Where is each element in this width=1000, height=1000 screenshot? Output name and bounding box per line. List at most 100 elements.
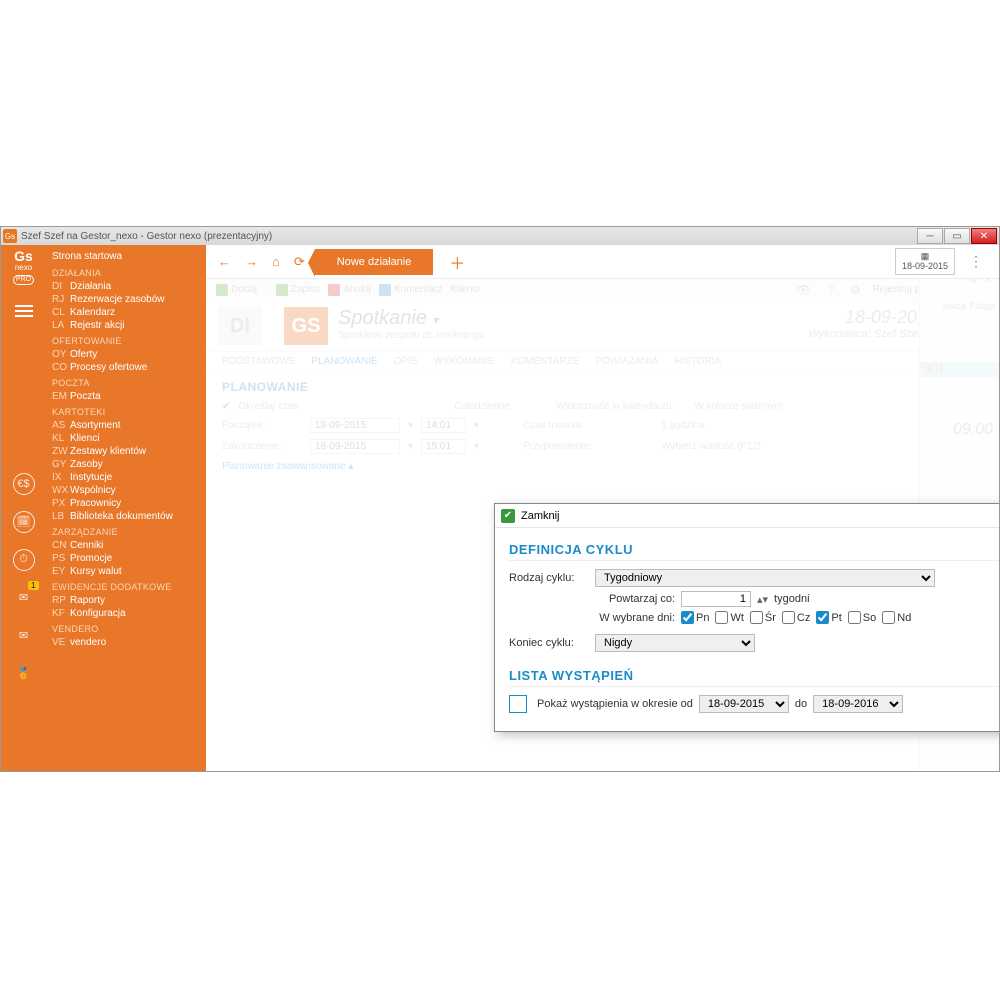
inner-tab[interactable]: PLANOWANIE bbox=[311, 356, 377, 367]
sidebar-item[interactable]: LBBiblioteka dokumentów bbox=[52, 510, 206, 523]
cycle-kind-select[interactable]: Tygodniowy bbox=[595, 569, 935, 587]
cancel-button[interactable]: Anuluj bbox=[328, 284, 371, 296]
record-header: DI GS Spotkanie ▾ Spotkanie zespołu ds m… bbox=[206, 301, 999, 352]
left-rail: Gs nexo PRO €$ 🗓 ⏱ ✉ ✉ 🏅 bbox=[1, 245, 46, 771]
day-checkbox-pt[interactable]: Pt bbox=[816, 611, 841, 624]
chip-gs: GS bbox=[284, 307, 328, 345]
window-titlebar: Gs Szef Szef na Gestor_nexo - Gestor nex… bbox=[1, 227, 999, 245]
eye-icon[interactable]: 👁 bbox=[792, 283, 815, 297]
inner-tab[interactable]: KOMENTARZE bbox=[511, 356, 580, 367]
sidebar-item[interactable]: IXInstytucje bbox=[52, 471, 206, 484]
end-time-input[interactable] bbox=[421, 439, 466, 454]
sidebar-item[interactable]: PSPromocje bbox=[52, 552, 206, 565]
sidebar-group-header: KARTOTEKI bbox=[52, 405, 206, 419]
inner-tab[interactable]: WYKONANIE bbox=[434, 356, 495, 367]
inner-tab[interactable]: OPIS bbox=[394, 356, 418, 367]
sidebar-item[interactable]: ASAsortyment bbox=[52, 419, 206, 432]
sidebar-item[interactable]: WXWspólnicy bbox=[52, 484, 206, 497]
col-header-1: awca bbox=[943, 301, 966, 312]
sidebar-item[interactable]: EYKursy walut bbox=[52, 565, 206, 578]
app-window: Gs Szef Szef na Gestor_nexo - Gestor nex… bbox=[0, 226, 1000, 772]
advanced-planning-link[interactable]: Planowanie zaawansowane▴ bbox=[206, 457, 369, 476]
cycle-definition-heading: DEFINICJA CYKLU bbox=[509, 542, 999, 561]
mail-icon[interactable]: ✉ bbox=[13, 625, 35, 647]
mail-badge-icon[interactable]: ✉ bbox=[13, 587, 35, 609]
day-checkbox-cz[interactable]: Cz bbox=[782, 611, 810, 624]
occurrences-from-select[interactable]: 18-09-2015 bbox=[699, 695, 789, 713]
planning-form: ✔ Określaj czas Całodzienne Widoczność w… bbox=[206, 398, 999, 457]
check-icon: ✔ bbox=[501, 509, 515, 523]
maximize-button[interactable]: ▭ bbox=[944, 228, 970, 244]
sidebar-group-header: ZARZĄDZANIE bbox=[52, 525, 206, 539]
sidebar-item[interactable]: EMPoczta bbox=[52, 390, 206, 403]
start-time-input[interactable] bbox=[421, 418, 466, 433]
clients-button[interactable]: Klienci bbox=[450, 284, 479, 295]
end-date-input[interactable] bbox=[310, 439, 400, 454]
inner-tab[interactable]: HISTORIA bbox=[674, 356, 721, 367]
menu-toggle-button[interactable] bbox=[9, 301, 39, 321]
comment-button[interactable]: Komentarz bbox=[379, 284, 442, 296]
sidebar-item[interactable]: PXPracownicy bbox=[52, 497, 206, 510]
day-checkbox-pn[interactable]: Pn bbox=[681, 611, 709, 624]
day-checkbox-so[interactable]: So bbox=[848, 611, 876, 624]
sidebar-group-header: VENDERO bbox=[52, 622, 206, 636]
nav-back-icon[interactable]: ← bbox=[214, 254, 235, 269]
nav-home-icon[interactable]: ⌂ bbox=[268, 254, 284, 269]
sidebar-item[interactable]: KFKonfiguracja bbox=[52, 607, 206, 620]
day-checkbox-śr[interactable]: Śr bbox=[750, 611, 776, 624]
inner-tab[interactable]: PODSTAWOWE bbox=[222, 356, 295, 367]
repeat-every-label: Powtarzaj co: bbox=[595, 593, 675, 605]
gear-icon[interactable]: ⚙ bbox=[846, 283, 865, 297]
sidebar-item[interactable]: DIDziałania bbox=[52, 280, 206, 293]
help-icon[interactable]: ? bbox=[823, 283, 838, 297]
sidebar-item[interactable]: CNCenniki bbox=[52, 539, 206, 552]
certificate-icon[interactable]: 🏅 bbox=[13, 663, 35, 685]
minimize-button[interactable]: ─ bbox=[917, 228, 943, 244]
cycle-end-select[interactable]: Nigdy bbox=[595, 634, 755, 652]
main-area: ← → ⌂ ⟳ Nowe działanie ＋ ▦ 18-09-2015 ⋮ … bbox=[206, 245, 999, 771]
visibility-label: Widoczność w kalendarzu: bbox=[556, 401, 686, 412]
duration-value: 1 godzina bbox=[661, 420, 704, 431]
record-title: Spotkanie ▾ bbox=[338, 307, 485, 330]
show-occurrences-checkbox[interactable] bbox=[509, 695, 527, 713]
inner-tab[interactable]: POWIĄZANIA bbox=[595, 356, 658, 367]
occurrences-to-select[interactable]: 18-09-2016 bbox=[813, 695, 903, 713]
calendar-clock-icon[interactable]: 🗓 bbox=[13, 511, 35, 533]
date-badge[interactable]: ▦ 18-09-2015 bbox=[895, 248, 955, 276]
cycle-definition-dialog: ✔ Zamknij ? ✕ DEFINICJA CYKLU Rodzaj cyk… bbox=[494, 503, 999, 732]
spinner-icon[interactable]: ▴▾ bbox=[757, 593, 768, 606]
save-button[interactable]: Zapisz bbox=[276, 284, 320, 296]
nav-forward-icon[interactable]: → bbox=[241, 254, 262, 269]
define-time-label: Określaj czas bbox=[238, 401, 298, 412]
day-checkbox-wt[interactable]: Wt bbox=[715, 611, 743, 624]
currency-icon[interactable]: €$ bbox=[13, 473, 35, 495]
tab-add-button[interactable]: ＋ bbox=[439, 250, 475, 274]
sidebar-item[interactable]: OYOferty bbox=[52, 348, 206, 361]
overflow-menu-icon[interactable]: ⋮ bbox=[961, 253, 991, 270]
day-checkbox-nd[interactable]: Nd bbox=[882, 611, 911, 624]
sidebar-item[interactable]: LARejestr akcji bbox=[52, 319, 206, 332]
dialog-close-label[interactable]: Zamknij bbox=[521, 510, 560, 522]
add-button[interactable]: Dodaj bbox=[216, 284, 257, 296]
meta-row: of LI... bbox=[920, 362, 999, 377]
sidebar-item[interactable]: COProcesy ofertowe bbox=[52, 361, 206, 374]
nav-refresh-icon[interactable]: ⟳ bbox=[290, 254, 309, 270]
sidebar-item[interactable]: RPRaporty bbox=[52, 594, 206, 607]
sidebar-group-header: EWIDENCJE DODATKOWE bbox=[52, 580, 206, 594]
sidebar-item[interactable]: CLKalendarz bbox=[52, 306, 206, 319]
sidebar-item[interactable]: VEvendero bbox=[52, 636, 206, 649]
sidebar-item[interactable]: ZWZestawy klientów bbox=[52, 445, 206, 458]
repeat-every-input[interactable] bbox=[681, 591, 751, 607]
show-occurrences-label: Pokaż wystąpienia w okresie od bbox=[537, 698, 693, 710]
tab-new-action[interactable]: Nowe działanie bbox=[315, 249, 434, 275]
sidebar-item[interactable]: RJRezerwacje zasobów bbox=[52, 293, 206, 306]
timer-icon[interactable]: ⏱ bbox=[13, 549, 35, 571]
sidebar-group-header: OFERTOWANIE bbox=[52, 334, 206, 348]
start-date-input[interactable] bbox=[310, 418, 400, 433]
repeat-unit-label: tygodni bbox=[774, 593, 809, 605]
sidebar-item-start[interactable]: Strona startowa bbox=[52, 249, 206, 266]
sidebar-item[interactable]: GYZasoby bbox=[52, 458, 206, 471]
sidebar-item[interactable]: KLKlienci bbox=[52, 432, 206, 445]
close-button[interactable]: ✕ bbox=[971, 228, 997, 244]
window-title: Szef Szef na Gestor_nexo - Gestor nexo (… bbox=[21, 231, 916, 242]
